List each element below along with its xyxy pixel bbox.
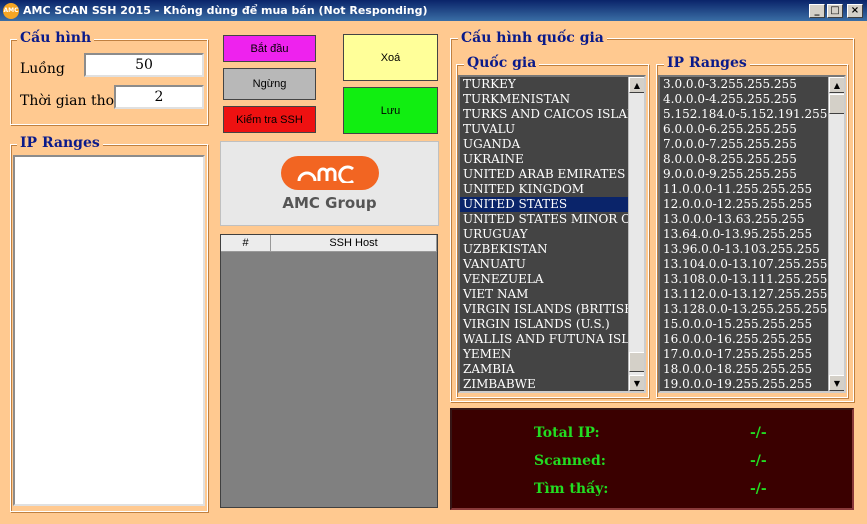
total-ip-label: Total IP: — [534, 425, 600, 441]
threads-label: Luồng — [20, 61, 65, 77]
ip-ranges-right-legend: IP Ranges — [664, 55, 750, 71]
total-ip-value: -/- — [750, 425, 767, 441]
app-logo-icon: AMC — [3, 2, 19, 19]
list-item[interactable]: 13.128.0.0-13.255.255.255 — [660, 302, 844, 317]
list-item[interactable]: UNITED STATES MINOR OUTLYING ISLANDS — [460, 212, 644, 227]
config-group — [10, 39, 208, 125]
list-item[interactable]: 16.0.0.0-16.255.255.255 — [660, 332, 844, 347]
found-label: Tìm thấy: — [534, 481, 609, 497]
list-item[interactable]: 13.104.0.0-13.107.255.255 — [660, 257, 844, 272]
timeout-label: Thời gian thoát — [20, 93, 129, 109]
amc-logo-mark — [280, 155, 379, 190]
list-item[interactable]: 19.0.0.0-19.255.255.255 — [660, 377, 844, 391]
title-bar[interactable]: AMC AMC SCAN SSH 2015 - Không dùng để mu… — [0, 0, 867, 21]
list-item[interactable]: UKRAINE — [460, 152, 644, 167]
check-ssh-button[interactable]: Kiểm tra SSH — [223, 106, 316, 133]
stats-panel: Total IP: -/- Scanned: -/- Tìm thấy: -/- — [450, 408, 854, 510]
close-button[interactable]: × — [847, 3, 863, 18]
list-item[interactable]: UZBEKISTAN — [460, 242, 644, 257]
table-header: # SSH Host — [221, 235, 437, 252]
scroll-up-icon[interactable]: ▲ — [829, 77, 844, 93]
list-item[interactable]: 7.0.0.0-7.255.255.255 — [660, 137, 844, 152]
list-item[interactable]: 6.0.0.0-6.255.255.255 — [660, 122, 844, 137]
scroll-up-icon[interactable]: ▲ — [629, 77, 644, 93]
country-listbox[interactable]: TURKEY TURKMENISTAN TURKS AND CAICOS ISLAN… — [458, 75, 646, 393]
timeout-input[interactable]: 2 — [114, 85, 204, 109]
stop-button[interactable]: Ngừng — [223, 68, 316, 100]
list-item[interactable]: WALLIS AND FUTUNA ISLANDS — [460, 332, 644, 347]
list-item[interactable]: 15.0.0.0-15.255.255.255 — [660, 317, 844, 332]
threads-input[interactable]: 50 — [84, 53, 204, 77]
scroll-thumb[interactable] — [629, 352, 644, 372]
country-legend: Quốc gia — [464, 55, 540, 71]
delete-button[interactable]: Xoá — [343, 34, 438, 81]
column-index[interactable]: # — [221, 235, 271, 251]
scroll-thumb[interactable] — [829, 94, 844, 114]
scanned-label: Scanned: — [534, 453, 606, 469]
list-item[interactable]: 17.0.0.0-17.255.255.255 — [660, 347, 844, 362]
list-item[interactable]: YEMEN — [460, 347, 644, 362]
list-item[interactable]: 5.152.184.0-5.152.191.255 — [660, 107, 844, 122]
list-item[interactable]: 12.0.0.0-12.255.255.255 — [660, 197, 844, 212]
list-item[interactable]: 3.0.0.0-3.255.255.255 — [660, 77, 844, 92]
amc-group-logo: AMC Group — [220, 141, 439, 226]
list-item[interactable]: VIRGIN ISLANDS (BRITISH) — [460, 302, 644, 317]
list-item[interactable]: 13.108.0.0-13.111.255.255 — [660, 272, 844, 287]
list-item[interactable]: TURKMENISTAN — [460, 92, 644, 107]
minimize-button[interactable]: _ — [809, 3, 825, 18]
ip-ranges-listbox[interactable]: 3.0.0.0-3.255.255.255 4.0.0.0-4.255.255.2… — [658, 75, 846, 393]
list-item[interactable]: TURKEY — [460, 77, 644, 92]
scroll-down-icon[interactable]: ▼ — [629, 375, 644, 391]
list-item[interactable]: UNITED STATES — [460, 197, 644, 212]
config-legend: Cấu hình — [17, 30, 95, 46]
ip-ranges-textarea[interactable] — [13, 155, 205, 506]
save-button[interactable]: Lưu — [343, 87, 438, 134]
list-item[interactable]: TURKS AND CAICOS ISLANDS — [460, 107, 644, 122]
list-item[interactable]: 4.0.0.0-4.255.255.255 — [660, 92, 844, 107]
list-item[interactable]: 18.0.0.0-18.255.255.255 — [660, 362, 844, 377]
list-item[interactable]: TUVALU — [460, 122, 644, 137]
scanned-value: -/- — [750, 453, 767, 469]
list-item[interactable]: URUGUAY — [460, 227, 644, 242]
list-item[interactable]: 13.64.0.0-13.95.255.255 — [660, 227, 844, 242]
column-ssh-host[interactable]: SSH Host — [271, 235, 437, 251]
list-item[interactable]: ZAMBIA — [460, 362, 644, 377]
start-button[interactable]: Bắt đầu — [223, 35, 316, 62]
list-item[interactable]: UGANDA — [460, 137, 644, 152]
found-value: -/- — [750, 481, 767, 497]
list-item[interactable]: VENEZUELA — [460, 272, 644, 287]
list-item[interactable]: UNITED ARAB EMIRATES — [460, 167, 644, 182]
list-item[interactable]: 8.0.0.0-8.255.255.255 — [660, 152, 844, 167]
maximize-button[interactable]: □ — [827, 3, 843, 18]
list-item[interactable]: 11.0.0.0-11.255.255.255 — [660, 182, 844, 197]
list-item[interactable]: 13.0.0.0-13.63.255.255 — [660, 212, 844, 227]
list-item[interactable]: ZIMBABWE — [460, 377, 644, 391]
country-config-legend: Cấu hình quốc gia — [458, 30, 607, 46]
list-item[interactable]: VIRGIN ISLANDS (U.S.) — [460, 317, 644, 332]
logo-text: AMC Group — [282, 193, 377, 212]
list-item[interactable]: VANUATU — [460, 257, 644, 272]
list-item[interactable]: 13.96.0.0-13.103.255.255 — [660, 242, 844, 257]
list-item[interactable]: 13.112.0.0-13.127.255.255 — [660, 287, 844, 302]
ssh-host-table[interactable]: # SSH Host — [220, 234, 438, 508]
window-title: AMC SCAN SSH 2015 - Không dùng để mua bá… — [23, 4, 428, 17]
list-item[interactable]: UNITED KINGDOM — [460, 182, 644, 197]
list-item[interactable]: VIET NAM — [460, 287, 644, 302]
scroll-down-icon[interactable]: ▼ — [829, 375, 844, 391]
ip-ranges-scrollbar[interactable]: ▲ ▼ — [828, 77, 844, 391]
list-item[interactable]: 9.0.0.0-9.255.255.255 — [660, 167, 844, 182]
ip-ranges-legend: IP Ranges — [17, 135, 103, 151]
country-scrollbar[interactable]: ▲ ▼ — [628, 77, 644, 391]
